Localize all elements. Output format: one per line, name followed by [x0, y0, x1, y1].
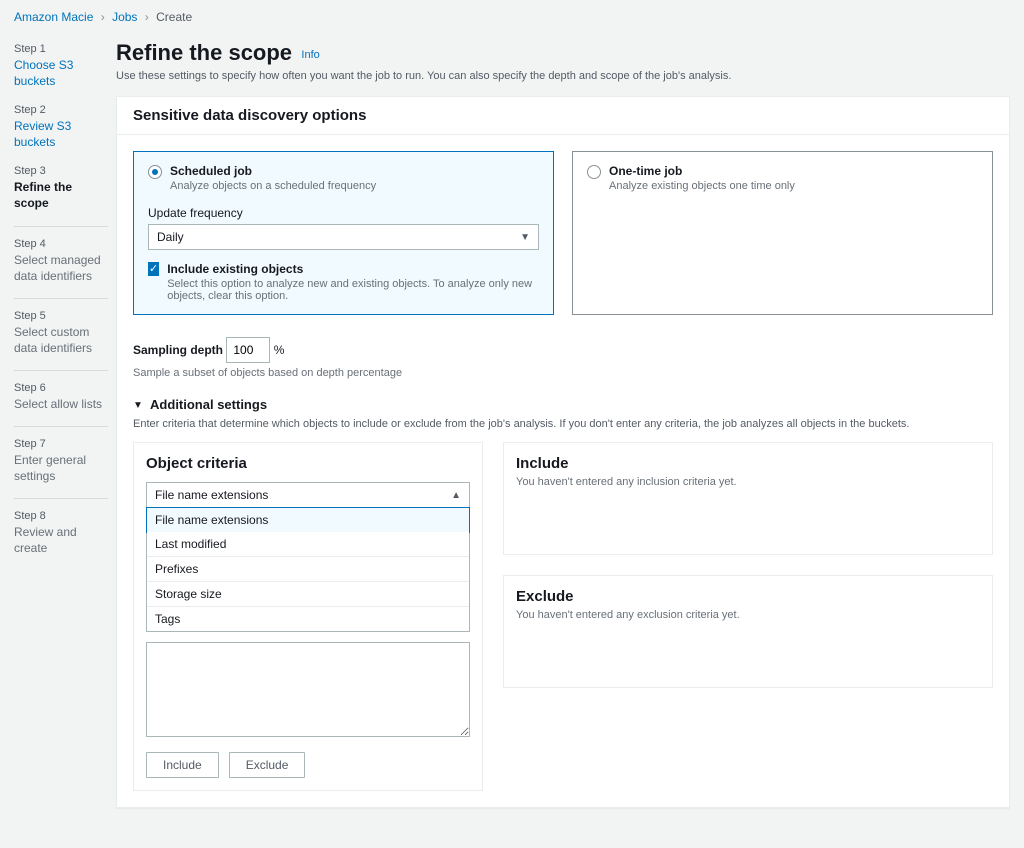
percent-label: % [274, 343, 285, 357]
wizard-step-2[interactable]: Step 2 Review S3 buckets [14, 103, 108, 150]
sampling-depth-input[interactable] [226, 337, 270, 363]
include-title: Include [516, 455, 980, 472]
wizard-step-4: Step 4 Select managed data identifiers [14, 237, 108, 284]
include-button[interactable]: Include [146, 752, 219, 778]
breadcrumb: Amazon Macie › Jobs › Create [0, 0, 1024, 30]
exclude-button[interactable]: Exclude [229, 752, 306, 778]
update-frequency-value: Daily [157, 230, 184, 244]
sampling-depth-help: Sample a subset of objects based on dept… [133, 367, 993, 379]
additional-settings-toggle[interactable]: ▼ Additional settings [133, 397, 993, 412]
chevron-right-icon: › [101, 10, 105, 24]
page-title: Refine the scope [116, 40, 292, 66]
page-subheading: Use these settings to specify how often … [116, 70, 1010, 82]
onetime-job-title: One-time job [609, 164, 795, 178]
wizard-step-6: Step 6 Select allow lists [14, 381, 108, 412]
dropdown-option[interactable]: Prefixes [147, 557, 469, 582]
dropdown-option[interactable]: Storage size [147, 582, 469, 607]
include-existing-label: Include existing objects [167, 262, 539, 276]
update-frequency-label: Update frequency [148, 206, 539, 220]
include-existing-checkbox[interactable]: ✓ [148, 262, 159, 276]
breadcrumb-jobs[interactable]: Jobs [112, 10, 137, 24]
scheduled-job-title: Scheduled job [170, 164, 376, 178]
onetime-job-option[interactable]: One-time job Analyze existing objects on… [572, 151, 993, 315]
wizard-step-5: Step 5 Select custom data identifiers [14, 309, 108, 356]
onetime-job-desc: Analyze existing objects one time only [609, 180, 795, 192]
discovery-options-panel: Sensitive data discovery options Schedul… [116, 96, 1010, 808]
wizard-steps: Step 1 Choose S3 buckets Step 2 Review S… [0, 30, 108, 808]
object-criteria-title: Object criteria [146, 455, 470, 472]
exclude-panel: Exclude You haven't entered any exclusio… [503, 575, 993, 688]
include-existing-desc: Select this option to analyze new and ex… [167, 278, 539, 302]
scheduled-job-desc: Analyze objects on a scheduled frequency [170, 180, 376, 192]
include-empty: You haven't entered any inclusion criter… [516, 476, 980, 488]
wizard-step-8: Step 8 Review and create [14, 509, 108, 556]
wizard-step-3[interactable]: Step 3 Refine the scope [14, 164, 108, 211]
caret-down-icon: ▼ [520, 232, 530, 243]
main-content: Refine the scope Info Use these settings… [108, 30, 1024, 808]
sampling-depth-label: Sampling depth [133, 343, 223, 357]
radio-onetime[interactable] [587, 165, 601, 179]
radio-scheduled[interactable] [148, 165, 162, 179]
wizard-step-7: Step 7 Enter general settings [14, 437, 108, 484]
dropdown-option[interactable]: File name extensions [146, 507, 470, 533]
caret-up-icon: ▲ [451, 490, 461, 501]
scheduled-job-option[interactable]: Scheduled job Analyze objects on a sched… [133, 151, 554, 315]
breadcrumb-root[interactable]: Amazon Macie [14, 10, 93, 24]
object-criteria-panel: Object criteria File name extensions ▲ F… [133, 442, 483, 791]
exclude-title: Exclude [516, 588, 980, 605]
update-frequency-select[interactable]: Daily ▼ [148, 224, 539, 250]
caret-down-icon: ▼ [133, 400, 143, 411]
dropdown-option[interactable]: Last modified [147, 532, 469, 557]
chevron-right-icon: › [145, 10, 149, 24]
include-panel: Include You haven't entered any inclusio… [503, 442, 993, 555]
object-criteria-combo[interactable]: File name extensions ▲ [146, 482, 470, 508]
criteria-textarea[interactable] [146, 642, 470, 737]
additional-settings-desc: Enter criteria that determine which obje… [133, 418, 993, 430]
exclude-empty: You haven't entered any exclusion criter… [516, 609, 980, 621]
object-criteria-combo-value: File name extensions [155, 488, 268, 502]
dropdown-option[interactable]: Tags [147, 607, 469, 631]
info-link[interactable]: Info [301, 49, 319, 61]
wizard-step-1[interactable]: Step 1 Choose S3 buckets [14, 42, 108, 89]
discovery-options-header: Sensitive data discovery options [117, 97, 1009, 135]
object-criteria-dropdown[interactable]: File name extensions Last modified Prefi… [146, 507, 470, 632]
breadcrumb-current: Create [156, 10, 192, 24]
